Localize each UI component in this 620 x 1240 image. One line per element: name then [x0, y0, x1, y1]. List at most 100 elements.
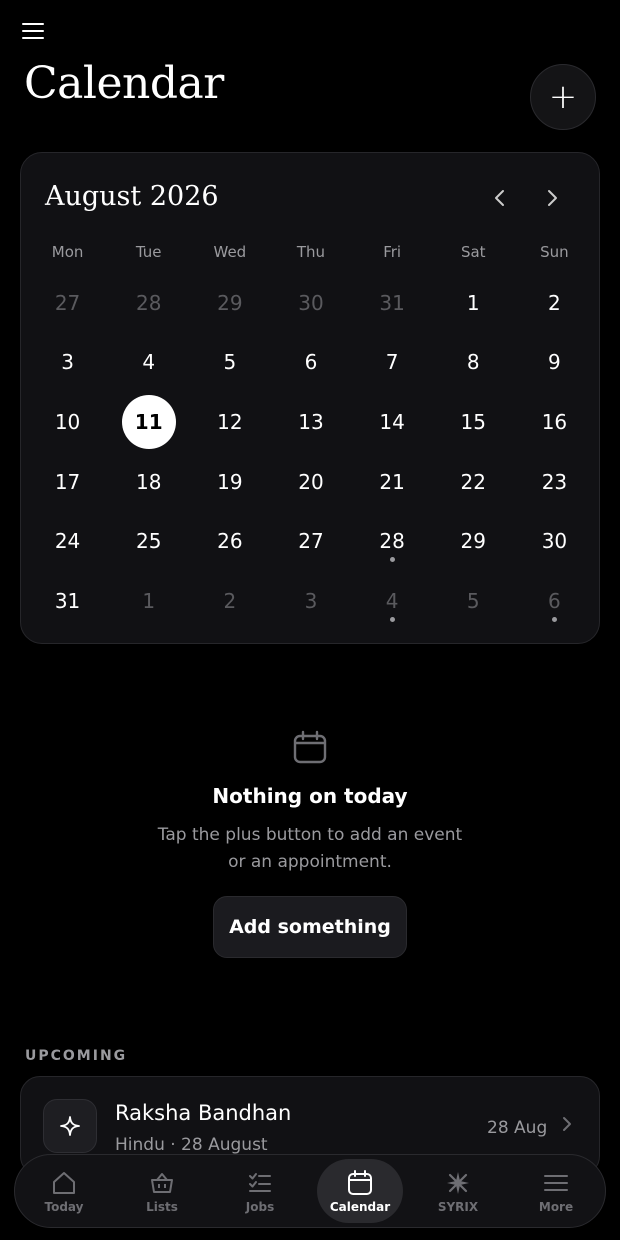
- day-cell[interactable]: 20: [270, 452, 351, 512]
- next-month-button[interactable]: [537, 183, 567, 213]
- day-number: 26: [217, 529, 243, 554]
- day-cell[interactable]: 14: [352, 392, 433, 452]
- day-number: 3: [304, 588, 318, 613]
- tab-jobs[interactable]: Jobs: [217, 1159, 303, 1223]
- day-cell[interactable]: 21: [352, 452, 433, 512]
- event-subtitle: Hindu · 28 August: [115, 1135, 268, 1155]
- tab-today[interactable]: Today: [21, 1159, 107, 1223]
- day-cell[interactable]: 6: [270, 333, 351, 393]
- day-cell[interactable]: 18: [108, 452, 189, 512]
- day-cell[interactable]: 28: [352, 511, 433, 571]
- day-cell[interactable]: 24: [27, 511, 108, 571]
- day-cell[interactable]: 25: [108, 511, 189, 571]
- day-number: 19: [217, 469, 243, 494]
- day-cell[interactable]: 23: [514, 452, 595, 512]
- day-cell[interactable]: 31: [352, 273, 433, 333]
- day-cell[interactable]: 30: [270, 273, 351, 333]
- day-number: 2: [223, 588, 237, 613]
- day-number: 25: [135, 529, 162, 554]
- day-number: 14: [379, 409, 405, 434]
- tab-label: Today: [44, 1199, 84, 1214]
- weekday-header: Mon Tue Wed Thu Fri Sat Sun: [27, 243, 595, 261]
- day-cell[interactable]: 1: [433, 273, 514, 333]
- day-number: 27: [54, 290, 81, 315]
- add-something-button[interactable]: Add something: [213, 896, 407, 958]
- day-number: 5: [466, 588, 480, 613]
- chevron-left-icon: [495, 190, 504, 206]
- day-cell[interactable]: 28: [108, 273, 189, 333]
- tab-label: Jobs: [245, 1199, 275, 1214]
- day-cell[interactable]: 27: [270, 511, 351, 571]
- day-cell[interactable]: 7: [352, 333, 433, 393]
- weekday-label: Tue: [135, 243, 162, 261]
- day-cell[interactable]: 22: [433, 452, 514, 512]
- day-cell[interactable]: 30: [514, 511, 595, 571]
- day-cell[interactable]: 9: [514, 333, 595, 393]
- hamburger-menu-button[interactable]: [22, 18, 52, 44]
- tab-calendar[interactable]: Calendar: [317, 1159, 403, 1223]
- prev-month-button[interactable]: [485, 183, 515, 213]
- day-number: 9: [548, 350, 561, 375]
- event-icon-tile: [43, 1099, 97, 1153]
- weekday-label: Mon: [51, 243, 84, 261]
- tab-lists[interactable]: Lists: [119, 1159, 205, 1223]
- day-cell[interactable]: 1: [108, 571, 189, 631]
- tab-more[interactable]: More: [513, 1159, 599, 1223]
- day-cell[interactable]: 16: [514, 392, 595, 452]
- weekday-label: Thu: [296, 243, 326, 261]
- plus-icon: +: [548, 77, 578, 117]
- day-number: 7: [385, 350, 399, 375]
- event-title: Raksha Bandhan: [115, 1101, 292, 1125]
- weekday-label: Wed: [213, 243, 247, 261]
- day-cell[interactable]: 27: [27, 273, 108, 333]
- day-cell[interactable]: 8: [433, 333, 514, 393]
- day-number: 17: [54, 469, 81, 494]
- day-number: 21: [379, 469, 405, 494]
- day-cell[interactable]: 3: [27, 333, 108, 393]
- day-cell[interactable]: 13: [270, 392, 351, 452]
- day-cell[interactable]: 5: [189, 333, 270, 393]
- day-cell[interactable]: 4: [352, 571, 433, 631]
- day-number: 30: [541, 529, 568, 554]
- add-event-button[interactable]: +: [530, 64, 596, 130]
- day-number: 13: [298, 409, 324, 434]
- day-cell-today[interactable]: 11: [108, 392, 189, 452]
- day-cell[interactable]: 29: [433, 511, 514, 571]
- day-cell[interactable]: 10: [27, 392, 108, 452]
- day-number: 31: [379, 290, 405, 315]
- day-cell[interactable]: 3: [270, 571, 351, 631]
- home-icon: [53, 1171, 75, 1194]
- day-number: 29: [460, 529, 486, 554]
- day-cell[interactable]: 29: [189, 273, 270, 333]
- day-number: 20: [298, 469, 324, 494]
- calendar-card: August 2026 Mon Tue Wed Thu Fri Sat Sun 27 28 29…: [20, 152, 600, 644]
- day-number: 2: [548, 290, 561, 315]
- tab-label: SYRIX: [437, 1199, 479, 1214]
- day-number: 4: [385, 588, 399, 613]
- calendar-icon: [348, 1169, 372, 1195]
- day-number: 11: [121, 394, 176, 449]
- day-number: 8: [466, 350, 480, 375]
- day-cell[interactable]: 2: [514, 273, 595, 333]
- day-cell[interactable]: 26: [189, 511, 270, 571]
- day-cell[interactable]: 12: [189, 392, 270, 452]
- day-cell[interactable]: 17: [27, 452, 108, 512]
- empty-state-title: Nothing on today: [212, 784, 408, 808]
- day-grid: 27 28 29 30 31 1 2 3 4 5 6 7 8 9 10 11 12 13 14 15 16 17 18 19 2…: [27, 273, 595, 631]
- day-cell[interactable]: 15: [433, 392, 514, 452]
- tab-syrix[interactable]: SYRIX: [415, 1159, 501, 1223]
- weekday-label: Sun: [540, 243, 569, 261]
- calendar-icon: [293, 730, 327, 764]
- day-number: 16: [541, 409, 568, 434]
- day-cell[interactable]: 2: [189, 571, 270, 631]
- day-cell[interactable]: 5: [433, 571, 514, 631]
- day-number: 18: [135, 469, 162, 494]
- tab-label: More: [538, 1199, 574, 1214]
- tab-label: Lists: [146, 1199, 178, 1214]
- day-cell[interactable]: 4: [108, 333, 189, 393]
- day-number: 12: [217, 409, 243, 434]
- day-cell[interactable]: 31: [27, 571, 108, 631]
- basket-icon: [151, 1172, 173, 1193]
- day-cell[interactable]: 6: [514, 571, 595, 631]
- day-cell[interactable]: 19: [189, 452, 270, 512]
